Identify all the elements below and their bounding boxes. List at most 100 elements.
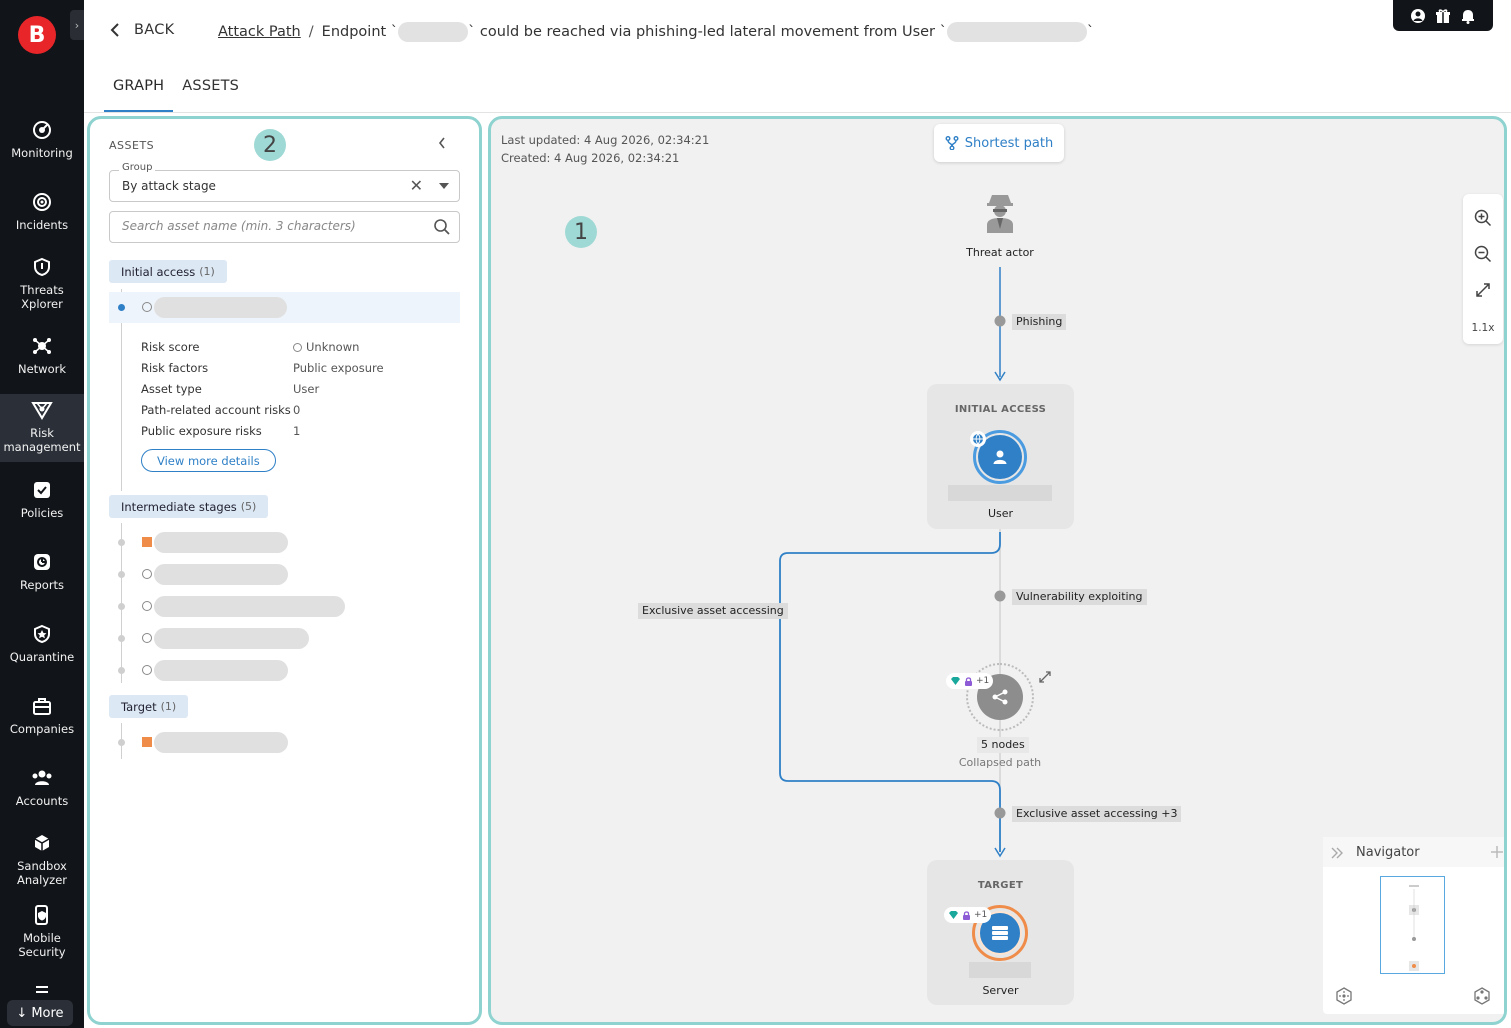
bitdefender-logo[interactable]: B bbox=[18, 16, 56, 54]
group-legend: Group bbox=[119, 162, 156, 173]
nav-item-monitoring[interactable]: Monitoring bbox=[0, 120, 84, 160]
page-title: Endpoint ` ` could be reached via phishin… bbox=[322, 22, 1094, 42]
attack-graph-canvas[interactable]: Last updated: 4 Aug 2026, 02:34:21 Creat… bbox=[488, 116, 1507, 1025]
redacted-asset-name bbox=[154, 297, 287, 318]
layout-icon[interactable] bbox=[1473, 987, 1491, 1005]
unknown-risk-icon bbox=[293, 343, 302, 352]
asset-row[interactable] bbox=[109, 559, 460, 590]
diamond-icon bbox=[951, 677, 960, 685]
high-risk-icon bbox=[142, 737, 152, 747]
incidents-icon bbox=[33, 193, 51, 211]
asset-search-input[interactable] bbox=[122, 219, 422, 233]
assets-panel-title: ASSETS bbox=[109, 139, 155, 152]
high-risk-icon bbox=[142, 537, 152, 547]
nav-item-sandbox-analyzer[interactable]: Sandbox Analyzer bbox=[0, 833, 84, 887]
nav-label: Reports bbox=[19, 578, 65, 592]
threat-actor-label: Threat actor bbox=[966, 246, 1034, 259]
asset-row-selected[interactable] bbox=[109, 292, 460, 323]
redacted-endpoint bbox=[398, 22, 469, 42]
view-more-details-button[interactable]: View more details bbox=[141, 449, 276, 472]
stage-chip-initial-access[interactable]: Initial access (1) bbox=[109, 260, 227, 283]
asset-row[interactable] bbox=[109, 727, 460, 758]
navigator-panel: Navigator bbox=[1323, 837, 1504, 1014]
mobile-security-icon bbox=[35, 905, 48, 925]
companies-icon bbox=[33, 698, 51, 715]
tab-assets[interactable]: ASSETS bbox=[173, 74, 248, 112]
edge-label-exclusive-plus: Exclusive asset accessing +3 bbox=[1012, 806, 1182, 822]
nav-item-quarantine[interactable]: Quarantine bbox=[0, 624, 84, 664]
detail-key: Risk score bbox=[141, 340, 200, 354]
redacted-asset-name bbox=[154, 628, 309, 649]
nav-item-mobile-security[interactable]: Mobile Security bbox=[0, 905, 84, 959]
redacted-user-name bbox=[948, 485, 1052, 501]
more-button[interactable]: ↓ More bbox=[7, 1000, 73, 1026]
stage-label: TARGET bbox=[977, 880, 1024, 891]
lock-icon bbox=[965, 676, 972, 686]
nav-item-partial bbox=[0, 984, 84, 1000]
policies-icon bbox=[34, 482, 50, 498]
nav-item-accounts[interactable]: Accounts bbox=[0, 768, 84, 808]
clear-icon[interactable]: ✕ bbox=[410, 176, 423, 195]
nav-item-incidents[interactable]: Incidents bbox=[0, 192, 84, 232]
view-tabs: GRAPH ASSETS bbox=[104, 74, 248, 112]
list-icon bbox=[36, 986, 48, 993]
group-select[interactable]: Group By attack stage ✕ bbox=[109, 162, 460, 202]
globe-icon bbox=[970, 431, 986, 447]
navigator-viewport[interactable] bbox=[1380, 876, 1445, 974]
detail-key: Risk factors bbox=[141, 361, 209, 375]
asset-row[interactable] bbox=[109, 591, 460, 622]
navigator-minimap bbox=[1409, 885, 1419, 971]
breadcrumb-attack-path-link[interactable]: Attack Path bbox=[218, 24, 301, 40]
tab-graph[interactable]: GRAPH bbox=[104, 74, 174, 112]
stage-chip-intermediate[interactable]: Intermediate stages (5) bbox=[109, 495, 269, 518]
redacted-asset-name bbox=[154, 660, 288, 681]
detail-key: Path-related account risks bbox=[141, 403, 291, 417]
nav-item-reports[interactable]: Reports bbox=[0, 552, 84, 592]
main-navigation: B › Monitoring Incidents Threats Xplorer… bbox=[0, 0, 84, 1028]
double-chevron-icon[interactable] bbox=[1330, 847, 1344, 859]
move-icon[interactable] bbox=[1491, 846, 1503, 858]
risk-management-icon bbox=[31, 402, 53, 420]
title-part: Endpoint ` bbox=[321, 24, 399, 40]
user-icon[interactable] bbox=[1410, 8, 1426, 24]
expand-collapsed-icon[interactable] bbox=[1038, 670, 1052, 684]
detail-key: Public exposure risks bbox=[141, 424, 262, 438]
asset-search-field[interactable] bbox=[109, 211, 460, 243]
nav-item-risk-management[interactable]: Risk management bbox=[0, 394, 84, 462]
redacted-asset-name bbox=[154, 732, 288, 753]
search-icon[interactable] bbox=[433, 218, 451, 236]
nav-item-threats-xplorer[interactable]: Threats Xplorer bbox=[0, 257, 84, 311]
stage-chip-target[interactable]: Target (1) bbox=[109, 695, 189, 718]
collapsed-path-label: Collapsed path bbox=[958, 756, 1042, 769]
more-label: More bbox=[31, 1005, 64, 1021]
stage-label: Intermediate stages bbox=[121, 499, 237, 514]
asset-row[interactable] bbox=[109, 623, 460, 654]
stage-count: (1) bbox=[199, 265, 215, 278]
threat-actor-icon[interactable] bbox=[984, 193, 1016, 235]
user-icon bbox=[993, 450, 1007, 464]
gift-icon[interactable] bbox=[1435, 8, 1451, 24]
breadcrumb: Attack Path / Endpoint ` ` could be reach… bbox=[218, 22, 1094, 42]
nav-expand-toggle[interactable]: › bbox=[70, 10, 84, 40]
edge-handle bbox=[994, 315, 1006, 327]
nav-item-policies[interactable]: Policies bbox=[0, 480, 84, 520]
bell-icon[interactable] bbox=[1460, 8, 1476, 24]
collapse-panel-button[interactable] bbox=[438, 137, 446, 153]
nav-item-companies[interactable]: Companies bbox=[0, 696, 84, 736]
unknown-risk-icon bbox=[142, 601, 152, 611]
asset-row[interactable] bbox=[109, 655, 460, 686]
navigator-header: Navigator bbox=[1323, 837, 1504, 867]
edge-handle bbox=[994, 807, 1006, 819]
dropdown-caret-icon[interactable] bbox=[439, 183, 449, 189]
asset-row[interactable] bbox=[109, 527, 460, 558]
redacted-asset-name bbox=[154, 564, 288, 585]
breadcrumb-separator: / bbox=[308, 24, 314, 40]
tree-dot bbox=[118, 304, 125, 311]
back-button[interactable]: BACK bbox=[110, 22, 174, 38]
detail-value: Public exposure bbox=[293, 361, 384, 375]
nav-item-network[interactable]: Network bbox=[0, 336, 84, 376]
accounts-icon bbox=[32, 770, 52, 785]
unknown-risk-icon bbox=[142, 569, 152, 579]
recenter-icon[interactable] bbox=[1335, 987, 1353, 1005]
nav-label: Accounts bbox=[15, 794, 69, 808]
